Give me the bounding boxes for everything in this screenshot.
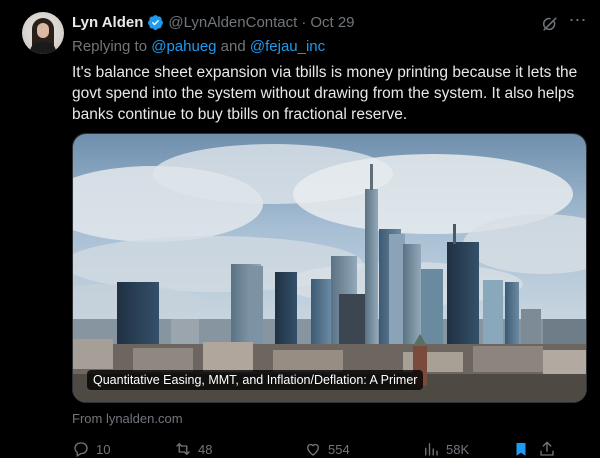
bookmark-icon (516, 443, 526, 456)
action-bar: 10 48 554 58K (72, 440, 590, 458)
more-icon[interactable]: ⋯ (566, 10, 588, 30)
view-count: 58K (446, 441, 470, 457)
like-icon (307, 443, 319, 456)
reply-and: and (220, 38, 246, 55)
share-icon (540, 441, 554, 456)
verified-badge-icon (148, 15, 164, 30)
tweet-header: Lyn Alden @LynAldenContact · Oct 29 (72, 14, 355, 31)
card-source[interactable]: From lynalden.com (72, 411, 183, 426)
reply-icon (74, 442, 88, 457)
like-button[interactable]: 554 (304, 440, 350, 458)
views-button[interactable]: 58K (422, 440, 469, 458)
card-title[interactable]: Quantitative Easing, MMT, and Inflation/… (87, 370, 424, 390)
repost-icon (176, 443, 190, 455)
tweet-text: It's balance sheet expansion via tbills … (72, 64, 578, 123)
author-handle[interactable]: @LynAldenContact (168, 14, 297, 31)
link-card[interactable]: Quantitative Easing, MMT, and Inflation/… (72, 133, 587, 403)
reply-count: 10 (96, 441, 111, 457)
reply-button[interactable]: 10 (72, 440, 110, 458)
avatar[interactable] (22, 12, 64, 54)
mention-link[interactable]: @fejau_inc (250, 38, 325, 55)
replying-to: Replying to @pahueg and @fejau_inc (72, 38, 325, 55)
repost-count: 48 (198, 441, 213, 457)
reply-prefix: Replying to (72, 38, 148, 55)
share-button[interactable] (538, 440, 562, 458)
tweet[interactable]: Lyn Alden @LynAldenContact · Oct 29 ⋯ Re… (0, 0, 600, 458)
grok-icon[interactable] (540, 14, 560, 34)
bookmark-button[interactable] (512, 440, 536, 458)
card-image (73, 134, 586, 402)
mention-link[interactable]: @pahueg (151, 38, 216, 55)
tweet-date[interactable]: Oct 29 (310, 14, 354, 31)
like-count: 554 (328, 441, 350, 457)
repost-button[interactable]: 48 (174, 440, 212, 458)
author-name[interactable]: Lyn Alden (72, 14, 143, 31)
separator-dot: · (301, 14, 307, 31)
views-icon (425, 443, 438, 456)
